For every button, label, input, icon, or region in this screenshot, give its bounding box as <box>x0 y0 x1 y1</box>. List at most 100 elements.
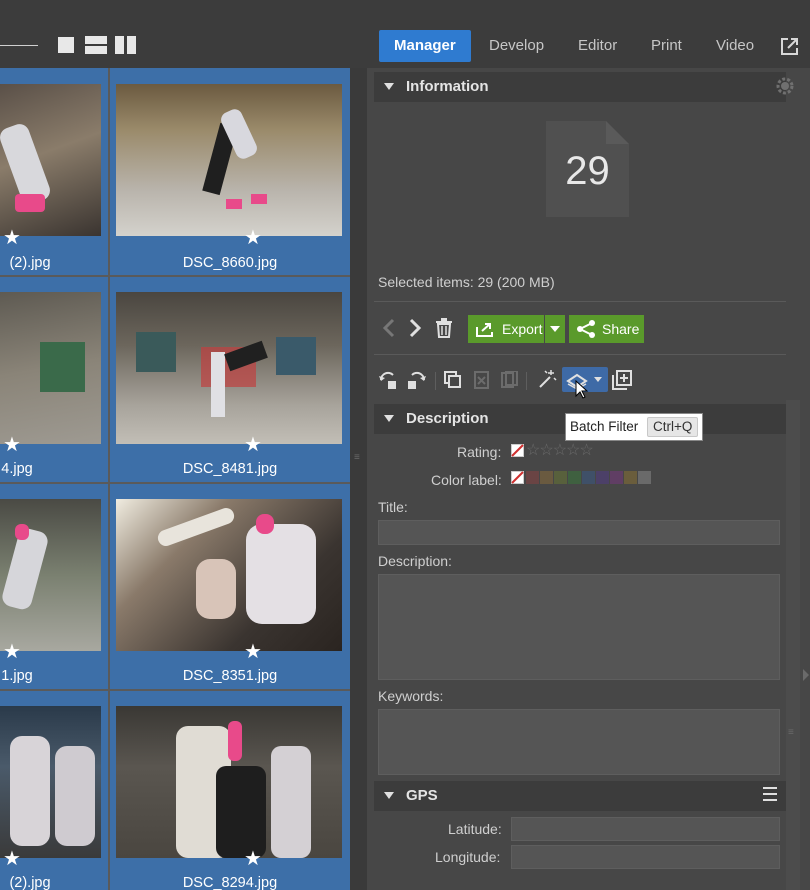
thumbnail-filename: 4.jpg <box>1 461 33 477</box>
keywords-input[interactable] <box>378 709 780 775</box>
thumbnail-image <box>0 706 101 858</box>
thumbnail-filename: DSC_8481.jpg <box>182 461 278 477</box>
thumbnail-grid: ★ (2).jpg ★ DSC_8660.jpg ★ 4.jpg ★ DSC_8… <box>0 68 350 890</box>
longitude-input[interactable] <box>511 845 780 869</box>
thumbnail-image <box>0 292 101 444</box>
splitter-grip-icon: ≡ <box>354 452 360 463</box>
thumbnail-filename: DSC_8351.jpg <box>182 668 278 684</box>
rating-star-icon: ★ <box>244 227 262 249</box>
tab-editor[interactable]: Editor <box>563 30 632 62</box>
tab-manager[interactable]: Manager <box>379 30 471 62</box>
keywords-label: Keywords: <box>378 688 444 704</box>
thumbnail-image <box>116 499 342 651</box>
description-textarea[interactable] <box>378 574 780 680</box>
color-swatch-brown[interactable] <box>624 471 637 484</box>
thumbnail-filename: (2).jpg <box>9 255 51 271</box>
rating-star-icon: ★ <box>244 641 262 663</box>
mouse-cursor-icon <box>575 380 589 399</box>
thumbnail-cell[interactable]: ★ DSC_8351.jpg <box>110 484 350 689</box>
rating-label: Rating: <box>457 444 502 460</box>
panel-splitter[interactable] <box>350 68 367 890</box>
rating-stars[interactable]: ☆☆☆☆☆ <box>526 440 594 460</box>
thumbnail-filename: (2).jpg <box>9 875 51 890</box>
rating-star-icon: ★ <box>244 434 262 456</box>
rotate-right-icon[interactable] <box>405 370 427 390</box>
external-window-icon[interactable] <box>780 37 799 56</box>
share-label: Share <box>602 321 640 337</box>
filmstrip-view-icon[interactable] <box>115 36 137 54</box>
color-swatch-orange[interactable] <box>540 471 553 484</box>
color-swatch-green[interactable] <box>568 471 581 484</box>
longitude-label: Longitude: <box>435 849 501 865</box>
duplicate-icon[interactable] <box>500 371 518 389</box>
color-swatch-purple[interactable] <box>596 471 609 484</box>
information-header[interactable]: Information <box>374 72 786 102</box>
export-label: Export <box>502 321 543 337</box>
thumbnail-filename: DSC_8660.jpg <box>182 255 278 271</box>
color-swatch-gray[interactable] <box>638 471 651 484</box>
thumbnail-cell[interactable]: ★ (2).jpg <box>0 691 108 890</box>
collapse-triangle-icon <box>384 83 394 90</box>
share-button[interactable]: Share <box>569 315 644 343</box>
previous-arrow-icon[interactable] <box>382 318 396 338</box>
divider <box>374 301 786 302</box>
rating-star-icon: ★ <box>3 848 21 870</box>
information-title: Information <box>406 78 489 95</box>
latitude-label: Latitude: <box>448 821 502 837</box>
trash-icon[interactable] <box>435 318 453 338</box>
thumbnail-cell[interactable]: ★ DSC_8481.jpg <box>110 277 350 482</box>
expand-right-arrow-icon[interactable] <box>802 668 810 682</box>
export-button[interactable]: Export <box>468 315 544 343</box>
top-toolbar: Manager Develop Editor Print Video <box>0 0 810 68</box>
thumbnail-image <box>116 292 342 444</box>
tab-develop[interactable]: Develop <box>474 30 559 62</box>
rotate-left-icon[interactable] <box>378 370 400 390</box>
thumbnail-image <box>0 84 101 236</box>
rating-star-icon: ★ <box>3 227 21 249</box>
collapse-triangle-icon <box>384 792 394 799</box>
gps-header[interactable]: GPS <box>374 781 786 811</box>
color-swatch-blue[interactable] <box>582 471 595 484</box>
color-swatch-yellow[interactable] <box>554 471 567 484</box>
thumbnail-image <box>116 84 342 236</box>
thumbnail-cell[interactable]: ★ 4.jpg <box>0 277 108 482</box>
add-frame-icon[interactable] <box>612 370 632 390</box>
rating-star-icon: ★ <box>3 641 21 663</box>
thumbnail-size-slider[interactable] <box>0 45 38 46</box>
compare-view-icon[interactable] <box>85 36 107 54</box>
title-input[interactable] <box>378 520 780 545</box>
export-dropdown-button[interactable] <box>545 315 565 343</box>
tooltip-shortcut: Ctrl+Q <box>647 417 699 437</box>
thumbnail-filename: 1.jpg <box>1 668 33 684</box>
clear-color-label-icon[interactable] <box>511 471 524 484</box>
thumbnail-cell[interactable]: ★ DSC_8294.jpg <box>110 691 350 890</box>
description-title: Description <box>406 410 489 427</box>
auto-fix-wand-icon[interactable] <box>537 369 557 389</box>
copy-icon[interactable] <box>444 371 462 389</box>
next-arrow-icon[interactable] <box>408 318 422 338</box>
thumbnail-cell[interactable]: ★ 1.jpg <box>0 484 108 689</box>
latitude-input[interactable] <box>511 817 780 841</box>
clear-rating-icon[interactable] <box>511 444 524 457</box>
color-label-label: Color label: <box>431 472 502 488</box>
tab-print[interactable]: Print <box>636 30 697 62</box>
gear-icon[interactable] <box>775 76 795 96</box>
batch-filter-tooltip: Batch Filter Ctrl+Q <box>565 413 703 441</box>
thumbnail-cell[interactable]: ★ (2).jpg <box>0 68 108 275</box>
rating-star-icon: ★ <box>3 434 21 456</box>
single-view-icon[interactable] <box>57 36 75 54</box>
title-label: Title: <box>378 499 408 515</box>
panel-scrollbar[interactable] <box>786 400 800 890</box>
remove-icon[interactable] <box>472 371 490 389</box>
scroll-grip-icon: ≡ <box>788 727 794 738</box>
tab-video[interactable]: Video <box>701 30 769 62</box>
color-swatch-pink[interactable] <box>610 471 623 484</box>
thumbnail-image <box>0 499 101 651</box>
export-icon <box>476 323 493 337</box>
gps-title: GPS <box>406 787 438 804</box>
menu-icon[interactable] <box>762 786 778 802</box>
thumbnail-filename: DSC_8294.jpg <box>182 875 278 890</box>
color-swatch-red[interactable] <box>526 471 539 484</box>
chevron-down-icon <box>550 326 560 332</box>
thumbnail-cell[interactable]: ★ DSC_8660.jpg <box>110 68 350 275</box>
